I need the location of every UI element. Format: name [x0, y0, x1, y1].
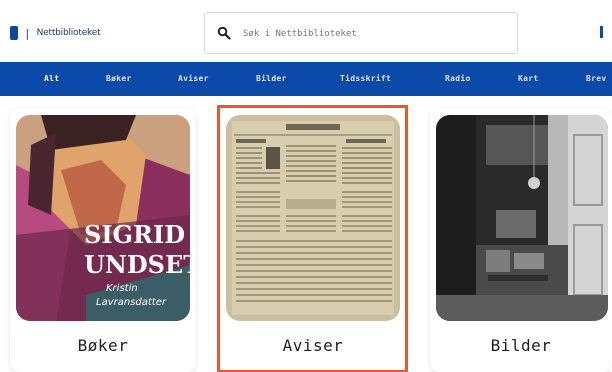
menu-icon[interactable] — [600, 26, 612, 40]
card-label: Bøker — [77, 336, 129, 355]
svg-text:SIGRID: SIGRID — [84, 220, 185, 249]
site-logo-link[interactable]: | Nettbiblioteket — [10, 24, 101, 42]
nav-tab-boker[interactable]: Bøker — [106, 62, 132, 96]
interior-photo-image — [436, 115, 608, 321]
nav-tab-bilder[interactable]: Bilder — [256, 62, 287, 96]
search-box[interactable] — [204, 12, 518, 54]
site-header: | Nettbiblioteket — [0, 0, 612, 62]
category-card-bilder[interactable]: Bilder — [430, 108, 612, 372]
nav-tab-tidsskrift[interactable]: Tidsskrift — [340, 62, 391, 96]
svg-text:UNDSET: UNDSET — [84, 250, 190, 279]
nav-tab-aviser[interactable]: Aviser — [178, 62, 209, 96]
nav-tab-alt[interactable]: Alt — [44, 62, 59, 96]
nav-tab-radio[interactable]: Radio — [445, 62, 471, 96]
svg-text:Lavransdatter: Lavransdatter — [96, 297, 167, 308]
book-cover-image: SIGRID UNDSET Kristin Lavransdatter — [16, 115, 190, 321]
category-card-boker[interactable]: SIGRID UNDSET Kristin Lavransdatter Bøke… — [10, 108, 196, 372]
library-logo-icon — [10, 26, 18, 40]
search-input[interactable] — [243, 25, 503, 43]
site-title: Nettbiblioteket — [36, 28, 101, 38]
nav-tab-brev[interactable]: Brev — [586, 62, 606, 96]
category-nav: Alt Bøker Aviser Bilder Tidsskrift Radio… — [0, 62, 612, 96]
selection-highlight — [217, 105, 408, 372]
nav-tab-kart[interactable]: Kart — [518, 62, 538, 96]
card-label: Bilder — [490, 336, 552, 355]
search-icon — [217, 26, 231, 40]
svg-text:Kristin: Kristin — [106, 283, 138, 294]
logo-divider: | — [24, 26, 31, 40]
